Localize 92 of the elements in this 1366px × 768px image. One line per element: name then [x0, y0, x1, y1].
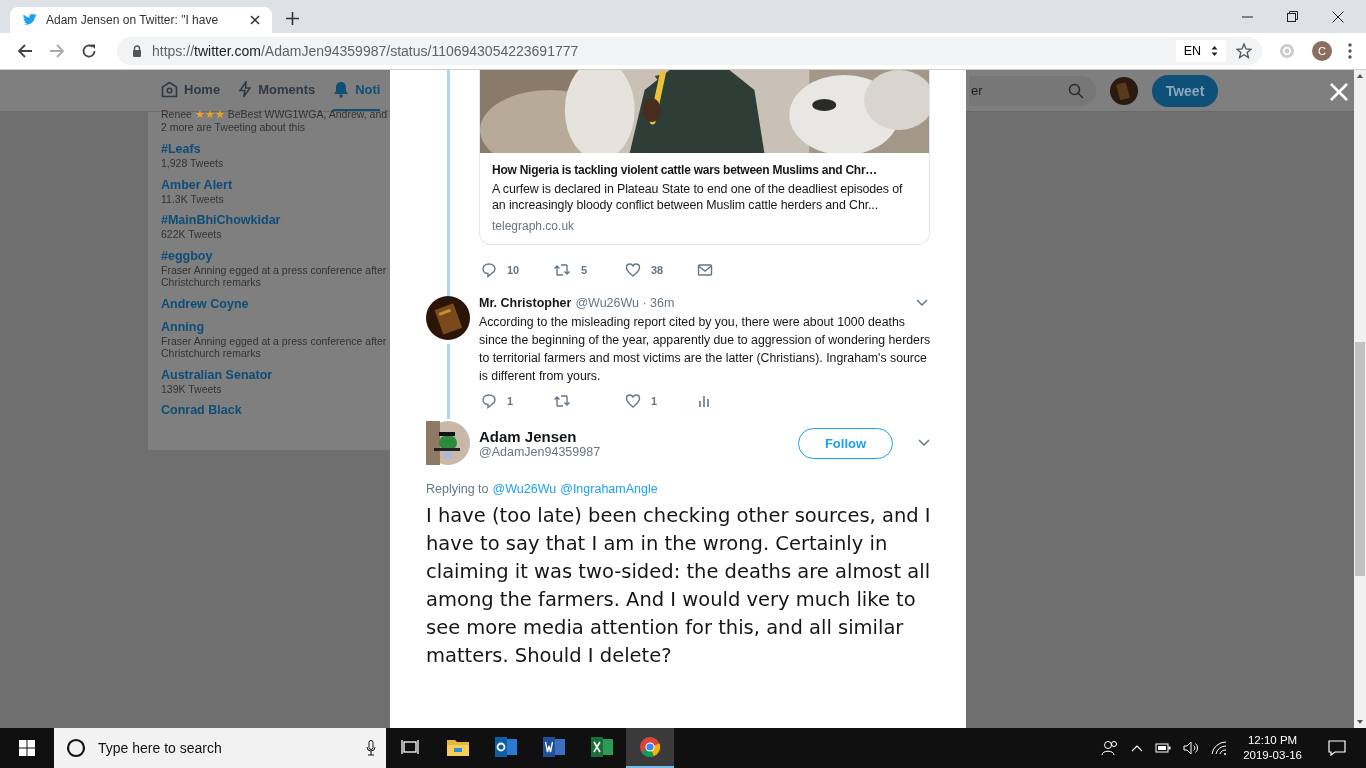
reply-icon[interactable] [481, 262, 497, 278]
reply-text: According to the misleading report cited by you, there were about 1000 deaths since the beginning of the year, apparently due to aggression of wondering herders to territorial farmers and most victims are the latter (Christians). Ingraham's source is different from yours. [479, 314, 932, 385]
trend-meta: Fraser Anning egged at a press conference after Christchurch remarks [161, 334, 388, 360]
menu-icon[interactable] [1348, 43, 1352, 59]
language-selector[interactable]: EN [1175, 40, 1226, 62]
taskbar-app[interactable] [626, 728, 674, 768]
trend-meta: 1,928 Tweets [161, 157, 225, 170]
bell-icon [333, 81, 350, 98]
document-app-icon [543, 737, 565, 757]
trend-meta: 622K Tweets [161, 228, 223, 241]
trend-title[interactable]: Amber Alert [161, 177, 390, 193]
spreadsheet-app-icon [591, 737, 613, 757]
taskbar-search-field[interactable]: Type here to search [54, 728, 386, 768]
new-tab-icon[interactable] [286, 12, 299, 25]
tab-title: Adam Jensen on Twitter: "I have [46, 13, 220, 27]
caret-icon[interactable] [916, 299, 928, 307]
analytics-icon[interactable] [697, 394, 711, 408]
close-icon[interactable] [250, 15, 260, 25]
clock-date[interactable]: 2019-03-16 [1243, 748, 1302, 763]
card-domain: telegraph.co.uk [492, 218, 576, 234]
trend-title[interactable]: #MainBhiChowkidar [161, 213, 390, 228]
user-avatar[interactable] [426, 421, 470, 465]
trend-meta: Fraser Anning egged at a press conference after Christchurch remarks [161, 263, 388, 289]
chevron-up-icon[interactable] [1131, 744, 1144, 752]
envelope-icon[interactable] [697, 263, 713, 277]
user-avatar[interactable] [426, 296, 470, 340]
retweet-icon[interactable] [553, 393, 571, 409]
tweet-text: I have (too late) been checking other sources, and I have to say that I am in the wrong. Certainly in claiming it was two-sided: the deaths are almost all among the farmers. And I would very much like to see more media attention for this, and all similar matters. Should I delete? [426, 503, 931, 669]
replying-label: Replying to [426, 482, 489, 496]
home-icon [161, 81, 178, 98]
star-icon[interactable] [1236, 43, 1252, 59]
reload-icon[interactable] [81, 43, 97, 59]
browser-tab[interactable]: Adam Jensen on Twitter: "I have [10, 7, 272, 33]
clock-time[interactable]: 12:10 PM [1247, 733, 1298, 748]
spinner-arrows-icon [1211, 45, 1218, 57]
scrollbar[interactable] [1354, 70, 1366, 728]
user-name[interactable]: Adam Jensen [479, 427, 789, 445]
mention-link[interactable]: @Wu26Wu [492, 482, 557, 496]
trend-title[interactable]: Andrew Coyne [161, 296, 390, 312]
heart-icon[interactable] [625, 393, 641, 409]
lightning-icon [238, 81, 253, 98]
battery-icon[interactable] [1155, 743, 1172, 753]
restore-icon[interactable] [1287, 11, 1298, 22]
trend-title[interactable]: #eggboy [161, 248, 390, 264]
trend-title[interactable]: #Leafs [161, 142, 390, 157]
close-icon[interactable] [1332, 10, 1344, 23]
tweet-button[interactable]: Tweet [1152, 74, 1218, 107]
people-icon[interactable] [1101, 740, 1120, 756]
trend-title[interactable]: Conrad Black [161, 403, 390, 418]
heart-icon[interactable] [625, 262, 641, 278]
retweet-icon[interactable] [553, 262, 571, 278]
action-count: 10 [507, 264, 520, 276]
trend-context: Renee ★★★ BeBest WWG1WGA, Andrew, and 2 more are Tweeting about this [161, 108, 389, 134]
follow-button[interactable]: Follow [798, 427, 893, 459]
trend-title[interactable]: Anning [161, 319, 390, 335]
nav-tab[interactable]: Noti [333, 70, 381, 111]
cortana-icon [66, 738, 86, 758]
action-count: 38 [651, 264, 664, 276]
windows-start-icon[interactable] [19, 740, 35, 756]
lock-icon [132, 45, 142, 57]
action-count: 5 [581, 264, 588, 276]
search-field[interactable]: er [969, 75, 1096, 106]
microphone-icon[interactable] [366, 740, 376, 756]
user-name[interactable]: Mr. Christopher [479, 296, 572, 310]
card-title: How Nigeria is tackling violent cattle wars between Muslims and Chr… [492, 162, 879, 178]
action-count: 1 [507, 395, 514, 407]
reply-icon[interactable] [481, 393, 497, 409]
task-view-icon [401, 739, 419, 755]
folder-icon [447, 738, 469, 756]
nav-tab[interactable]: Home [161, 70, 221, 111]
url-text: https://twitter.com/AdamJen94359987/status/1106943054223691777 [152, 43, 580, 59]
speaker-icon[interactable] [1183, 741, 1200, 755]
mention-link[interactable]: @IngrahamAngle [560, 482, 658, 496]
link-card[interactable] [479, 70, 930, 245]
back-icon[interactable] [17, 43, 33, 59]
user-handle: @AdamJen94359987 [479, 444, 602, 459]
mail-app-icon [495, 737, 517, 757]
browser-app-icon [639, 736, 661, 758]
address-bar[interactable]: https://twitter.com/AdamJen94359987/status/1106943054223691777 EN [117, 37, 1262, 65]
profile-avatar[interactable]: C [1312, 41, 1332, 61]
trend-title[interactable]: Australian Senator [161, 367, 390, 383]
user-handle: @Wu26Wu · 36m [575, 296, 675, 310]
search-icon [1068, 82, 1084, 99]
trend-meta: 139K Tweets [161, 382, 223, 395]
trend-meta: 11.3K Tweets [161, 192, 225, 205]
wifi-icon[interactable] [1211, 741, 1228, 755]
nav-tab[interactable]: Moments [238, 70, 316, 111]
action-count: 1 [651, 395, 658, 407]
notifications-icon[interactable] [1328, 740, 1346, 756]
card-description: A curfew is declared in Plateau State to end one of the deadliest episodes of an increasingly bloody conflict between Muslim cattle herders and Chr... [492, 181, 904, 213]
caret-icon[interactable] [918, 439, 930, 447]
bird-icon [22, 13, 38, 27]
